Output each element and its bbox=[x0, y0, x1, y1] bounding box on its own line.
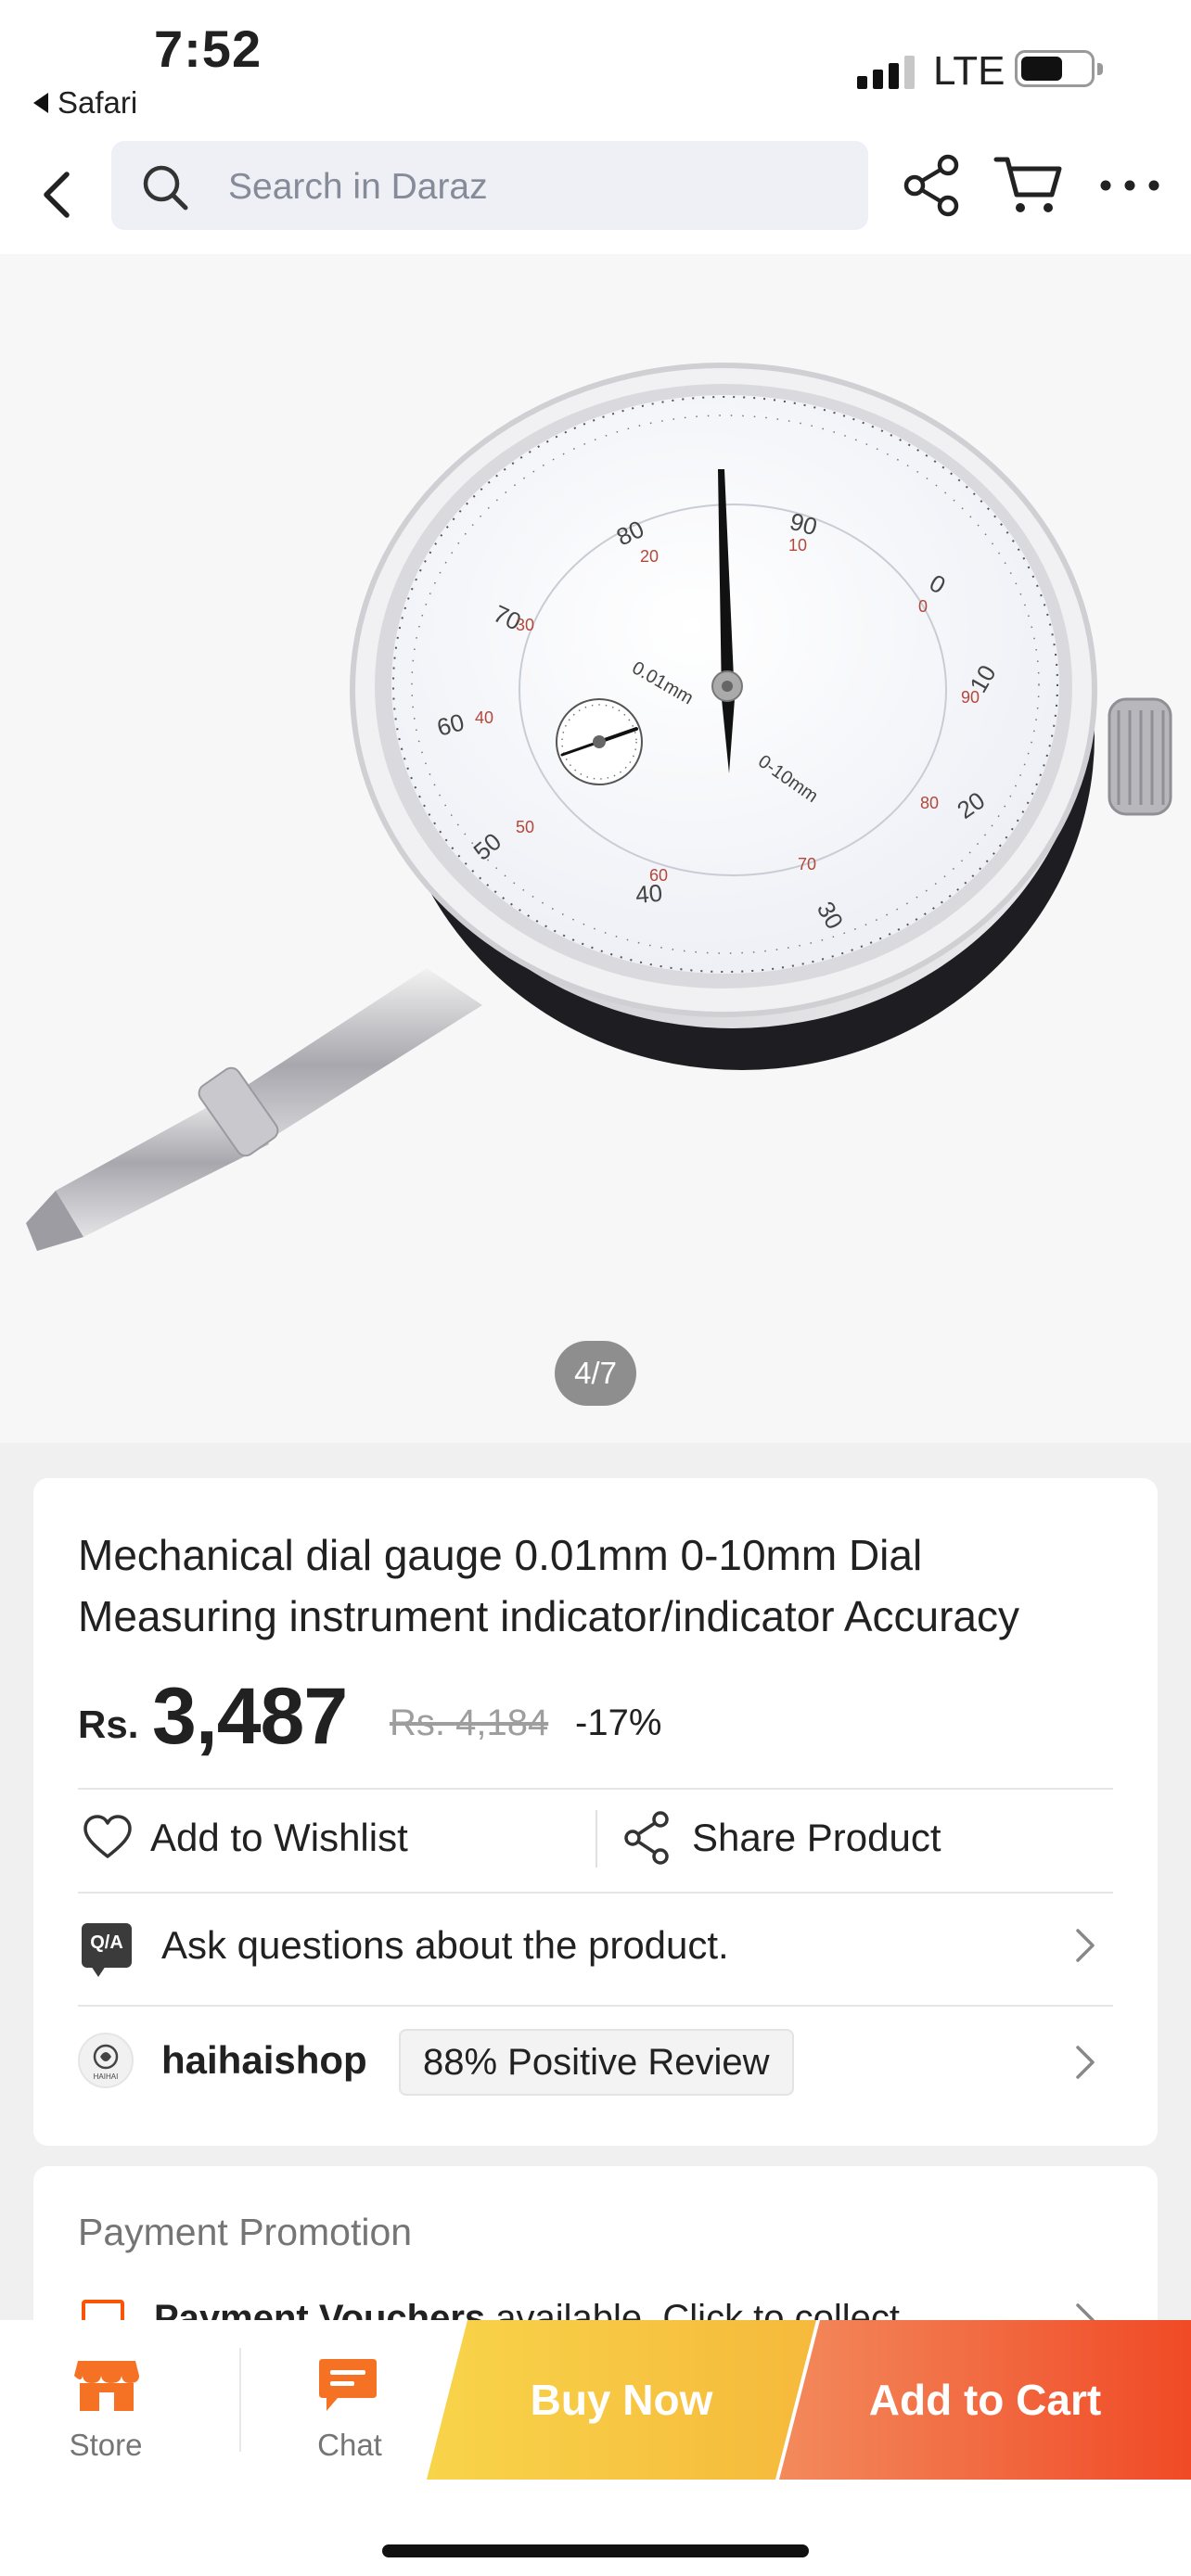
back-icon[interactable] bbox=[28, 158, 102, 232]
seller-logo-text: HAIHAI bbox=[94, 2072, 119, 2081]
share-icon[interactable] bbox=[621, 1810, 673, 1866]
product-price: 3,487 bbox=[152, 1672, 348, 1761]
svg-text:20: 20 bbox=[640, 547, 659, 566]
image-counter: 4/7 bbox=[555, 1341, 636, 1406]
share-product-label[interactable]: Share Product bbox=[692, 1816, 941, 1860]
svg-text:40: 40 bbox=[475, 708, 493, 727]
chat-label: Chat bbox=[317, 2428, 382, 2462]
payment-promotion-title: Payment Promotion bbox=[78, 2211, 413, 2253]
back-triangle-icon bbox=[33, 93, 48, 113]
product-gallery[interactable]: 80 90 0 10 20 30 40 50 60 70 0.01mm 0-10… bbox=[0, 254, 1191, 1443]
battery-icon bbox=[1015, 50, 1103, 87]
heart-icon bbox=[83, 1815, 132, 1858]
add-to-cart-button[interactable]: Add to Cart bbox=[779, 2320, 1191, 2480]
product-info-card: Mechanical dial gauge 0.01mm 0-10mm Dial… bbox=[33, 1478, 1158, 2146]
top-nav: Search in Daraz bbox=[0, 139, 1191, 254]
svg-text:50: 50 bbox=[516, 818, 534, 836]
seller-logo[interactable]: HAIHAI bbox=[78, 2033, 134, 2088]
search-input[interactable]: Search in Daraz bbox=[228, 167, 488, 208]
wishlist-label[interactable]: Add to Wishlist bbox=[150, 1816, 408, 1860]
product-image: 80 90 0 10 20 30 40 50 60 70 0.01mm 0-10… bbox=[26, 363, 1172, 1251]
back-app-label: Safari bbox=[58, 85, 138, 120]
svg-text:70: 70 bbox=[798, 855, 816, 874]
product-title-line2: Measuring instrument indicator/indicator… bbox=[78, 1592, 1020, 1640]
back-to-app[interactable]: Safari bbox=[33, 85, 137, 121]
svg-text:0: 0 bbox=[918, 597, 928, 616]
svg-text:30: 30 bbox=[516, 616, 534, 634]
buy-now-label: Buy Now bbox=[530, 2376, 713, 2424]
add-to-cart-label: Add to Cart bbox=[868, 2376, 1102, 2424]
action-separator bbox=[596, 1810, 597, 1868]
divider bbox=[78, 1892, 1113, 1894]
network-label: LTE bbox=[933, 48, 1005, 94]
svg-text:10: 10 bbox=[788, 536, 807, 555]
positive-review-badge: 88% Positive Review bbox=[399, 2029, 794, 2096]
share-icon[interactable] bbox=[900, 152, 967, 219]
price-currency: Rs. bbox=[78, 1702, 139, 1746]
status-time: 7:52 bbox=[154, 19, 263, 78]
chat-icon bbox=[319, 2359, 377, 2411]
signal-icon bbox=[857, 52, 915, 89]
search-bar[interactable]: Search in Daraz bbox=[111, 141, 868, 230]
status-bar: 7:52 Safari LTE bbox=[0, 0, 1191, 139]
cart-icon[interactable] bbox=[992, 152, 1067, 219]
store-label: Store bbox=[69, 2428, 143, 2462]
home-indicator[interactable] bbox=[382, 2544, 809, 2557]
svg-text:80: 80 bbox=[920, 794, 939, 812]
svg-text:60: 60 bbox=[649, 866, 668, 885]
home-indicator-area bbox=[0, 2480, 1191, 2576]
discount-badge: -17% bbox=[575, 1702, 662, 1743]
svg-text:90: 90 bbox=[961, 688, 980, 707]
qa-icon: Q/A bbox=[82, 1923, 132, 1977]
store-icon bbox=[74, 2361, 139, 2411]
store-button[interactable]: Store bbox=[0, 2320, 239, 2480]
seller-name[interactable]: haihaishop bbox=[161, 2038, 367, 2083]
search-icon bbox=[143, 165, 188, 210]
chat-button[interactable]: Chat bbox=[243, 2320, 456, 2480]
more-icon[interactable] bbox=[1093, 152, 1167, 219]
product-title-line1: Mechanical dial gauge 0.01mm 0-10mm Dial bbox=[78, 1531, 923, 1579]
qa-label[interactable]: Ask questions about the product. bbox=[161, 1923, 729, 1968]
bottom-action-bar: Store Chat Buy Now Add to Cart bbox=[0, 2320, 1191, 2480]
chevron-right-icon bbox=[1076, 1929, 1095, 1962]
bottom-separator bbox=[239, 2348, 241, 2452]
chevron-right-icon bbox=[1076, 2046, 1095, 2079]
divider bbox=[78, 2005, 1113, 2007]
seller-logo-mark: HAIHAI bbox=[94, 2044, 119, 2081]
divider bbox=[78, 1788, 1113, 1790]
buy-now-button[interactable]: Buy Now bbox=[427, 2320, 816, 2480]
original-price: Rs. 4,184 bbox=[390, 1702, 549, 1743]
product-title: Mechanical dial gauge 0.01mm 0-10mm Dial… bbox=[78, 1524, 1126, 1647]
